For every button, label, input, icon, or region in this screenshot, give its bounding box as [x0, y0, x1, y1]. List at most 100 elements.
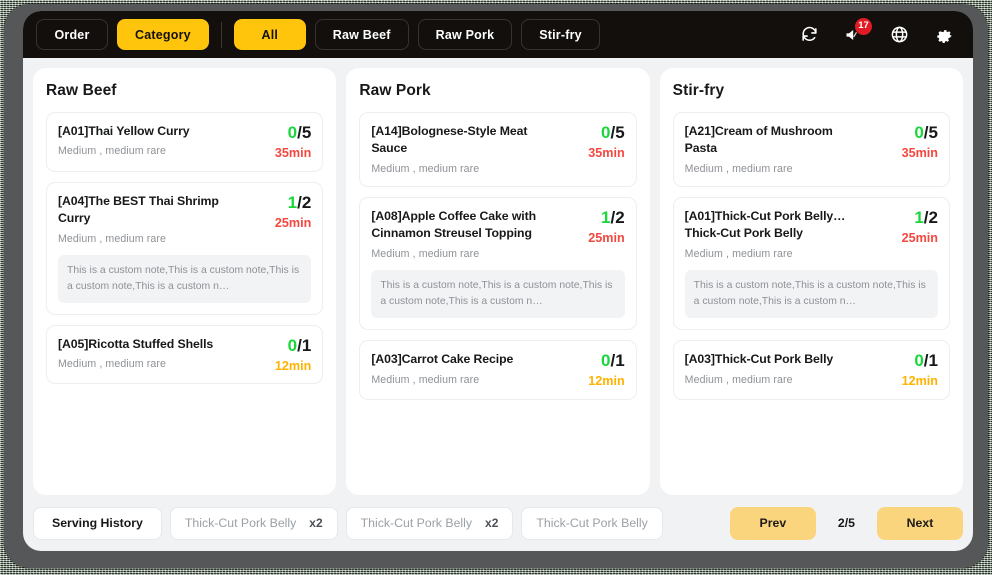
next-button[interactable]: Next — [877, 506, 963, 540]
filter-stir-fry-label: Stir-fry — [539, 27, 582, 42]
dish-name-line1: [A04]The BEST Thai Shrimp — [58, 193, 219, 208]
order-card-meta: 1/2 25min — [588, 208, 624, 245]
order-card-main: [A08]Apple Coffee Cake with Cinnamon Stre… — [371, 208, 624, 260]
top-bar: Order Category All Raw Beef Raw Pork Sti… — [23, 11, 973, 58]
dish-name: [A03]Carrot Cake Recipe — [371, 351, 580, 368]
tab-category[interactable]: Category — [117, 19, 209, 50]
elapsed-time: 25min — [901, 230, 938, 245]
quantity-done: 1 — [287, 192, 298, 212]
dish-name: [A05]Ricotta Stuffed Shells — [58, 336, 267, 353]
custom-note: This is a custom note,This is a custom n… — [58, 254, 312, 303]
quantity-progress: 0/1 — [288, 337, 312, 354]
order-card[interactable]: [A01]Thai Yellow Curry Medium , medium ra… — [46, 112, 324, 172]
order-card-meta: 0/5 35min — [275, 123, 311, 160]
dish-name: [A21]Cream of Mushroom Pasta — [685, 123, 894, 158]
order-card-meta: 0/1 12min — [902, 351, 938, 388]
prev-button[interactable]: Prev — [729, 506, 816, 540]
dish-name-line2: Thick-Cut Pork Belly — [684, 226, 803, 241]
history-chip[interactable]: Thick-Cut Pork Belly — [521, 506, 663, 540]
elapsed-time: 12min — [588, 374, 625, 389]
quantity-done: 1 — [914, 207, 924, 227]
filter-raw-pork-label: Raw Pork — [435, 27, 495, 42]
quantity-total: 1 — [928, 351, 938, 371]
category-column: Raw Pork [A14]Bolognese-Style Meat Sauce Me… — [346, 68, 650, 495]
serving-history-button[interactable]: Serving History — [33, 506, 162, 540]
tab-category-label: Category — [135, 27, 191, 42]
quantity-progress: 0/1 — [601, 352, 625, 369]
quantity-total: 1 — [301, 335, 312, 355]
filter-raw-beef[interactable]: Raw Beef — [314, 19, 409, 50]
order-card-text: [A08]Apple Coffee Cake with Cinnamon Stre… — [371, 208, 580, 260]
order-card-main: [A01]Thai Yellow Curry Medium , medium ra… — [58, 123, 311, 160]
order-card-main: [A14]Bolognese-Style Meat Sauce Medium , m… — [371, 123, 624, 175]
history-chip-label: Thick-Cut Pork Belly — [536, 516, 648, 530]
order-card-text: [A21]Cream of Mushroom Pasta Medium , medi… — [685, 123, 894, 175]
gear-icon[interactable] — [929, 20, 959, 50]
refresh-icon[interactable] — [794, 20, 824, 50]
dish-name-line1: [A03]Thick-Cut Pork Belly — [684, 352, 834, 367]
history-chip-strip: Thick-Cut Pork Belly x2 Thick-Cut Pork Bel… — [169, 506, 722, 540]
order-card[interactable]: [A04]The BEST Thai Shrimp Curry Medium , m… — [46, 181, 324, 315]
dish-options: Medium , medium rare — [58, 145, 166, 158]
order-card[interactable]: [A14]Bolognese-Style Meat Sauce Medium , m… — [359, 112, 637, 187]
custom-note: This is a custom note,This is a custom n… — [371, 269, 625, 319]
quantity-total: 2 — [615, 207, 625, 227]
elapsed-time: 25min — [274, 215, 312, 230]
filter-all[interactable]: All — [233, 19, 306, 50]
quantity-done: 0 — [914, 123, 924, 142]
dish-options: Medium , medium rare — [684, 247, 793, 260]
dish-name-line1: [A21]Cream of Mushroom — [684, 124, 833, 138]
dish-name-line2: Sauce — [371, 141, 408, 156]
order-card-text: [A05]Ricotta Stuffed Shells Medium , medi… — [58, 336, 267, 370]
order-card-text: [A04]The BEST Thai Shrimp Curry Medium , m… — [58, 193, 267, 245]
dish-name-line1: [A03]Carrot Cake Recipe — [371, 352, 514, 367]
quantity-progress: 1/2 — [288, 194, 312, 211]
history-chip-label: Thick-Cut Pork Belly — [184, 516, 297, 530]
order-card-meta: 0/5 35min — [588, 123, 624, 160]
page-indicator: 2/5 — [837, 516, 855, 530]
order-card-meta: 1/2 25min — [902, 208, 938, 245]
announcement-icon[interactable]: 17 — [839, 17, 872, 50]
quantity-progress: 1/2 — [914, 209, 938, 226]
order-card-list: [A14]Bolognese-Style Meat Sauce Medium , m… — [359, 112, 637, 400]
order-card-main: [A01]Thick-Cut Pork Belly… Thick-Cut Pork… — [685, 208, 938, 260]
order-card[interactable]: [A08]Apple Coffee Cake with Cinnamon Stre… — [359, 196, 637, 331]
order-card[interactable]: [A01]Thick-Cut Pork Belly… Thick-Cut Pork… — [672, 196, 950, 331]
quantity-total: 5 — [928, 123, 938, 142]
history-chip[interactable]: Thick-Cut Pork Belly x2 — [345, 506, 514, 540]
dish-name-line2: Curry — [58, 211, 91, 226]
order-card[interactable]: [A21]Cream of Mushroom Pasta Medium , medi… — [672, 112, 950, 187]
order-card-text: [A01]Thick-Cut Pork Belly… Thick-Cut Pork… — [685, 208, 894, 260]
filter-all-label: All — [261, 27, 279, 42]
dish-options: Medium , medium rare — [58, 358, 166, 371]
device-bezel: Order Category All Raw Beef Raw Pork Sti… — [4, 4, 988, 568]
app-screen: Order Category All Raw Beef Raw Pork Sti… — [23, 11, 973, 551]
notification-badge: 17 — [855, 17, 872, 35]
filter-raw-pork[interactable]: Raw Pork — [417, 19, 513, 50]
dish-options: Medium , medium rare — [684, 162, 793, 175]
order-card[interactable]: [A03]Thick-Cut Pork Belly Medium , medium… — [672, 340, 950, 400]
quantity-progress: 0/5 — [601, 124, 625, 141]
order-card-meta: 0/5 35min — [902, 123, 938, 160]
order-card[interactable]: [A05]Ricotta Stuffed Shells Medium , medi… — [46, 324, 324, 385]
filter-stir-fry[interactable]: Stir-fry — [521, 19, 600, 50]
dish-options: Medium , medium rare — [684, 373, 793, 386]
dish-name-line1: [A14]Bolognese-Style Meat — [371, 124, 528, 138]
quantity-progress: 0/5 — [288, 124, 312, 141]
globe-icon[interactable] — [884, 20, 914, 50]
dish-name-line1: [A01]Thai Yellow Curry — [58, 124, 190, 138]
tab-order[interactable]: Order — [36, 19, 108, 50]
dish-name: [A14]Bolognese-Style Meat Sauce — [371, 123, 580, 158]
history-chip-qty: x2 — [309, 516, 323, 530]
quantity-total: 1 — [615, 351, 625, 371]
order-card[interactable]: [A03]Carrot Cake Recipe Medium , medium r… — [359, 340, 637, 400]
column-title: Raw Beef — [46, 82, 117, 99]
elapsed-time: 35min — [901, 146, 938, 160]
next-label: Next — [906, 516, 934, 530]
dish-name-line1: [A01]Thick-Cut Pork Belly… — [684, 208, 846, 223]
history-chip[interactable]: Thick-Cut Pork Belly x2 — [169, 506, 338, 540]
history-chip-label: Thick-Cut Pork Belly — [360, 516, 473, 530]
dish-name: [A08]Apple Coffee Cake with Cinnamon Stre… — [371, 208, 580, 243]
bottom-bar: Serving History Thick-Cut Pork Belly x2 Th… — [23, 495, 973, 551]
order-card-meta: 0/1 12min — [275, 336, 311, 373]
